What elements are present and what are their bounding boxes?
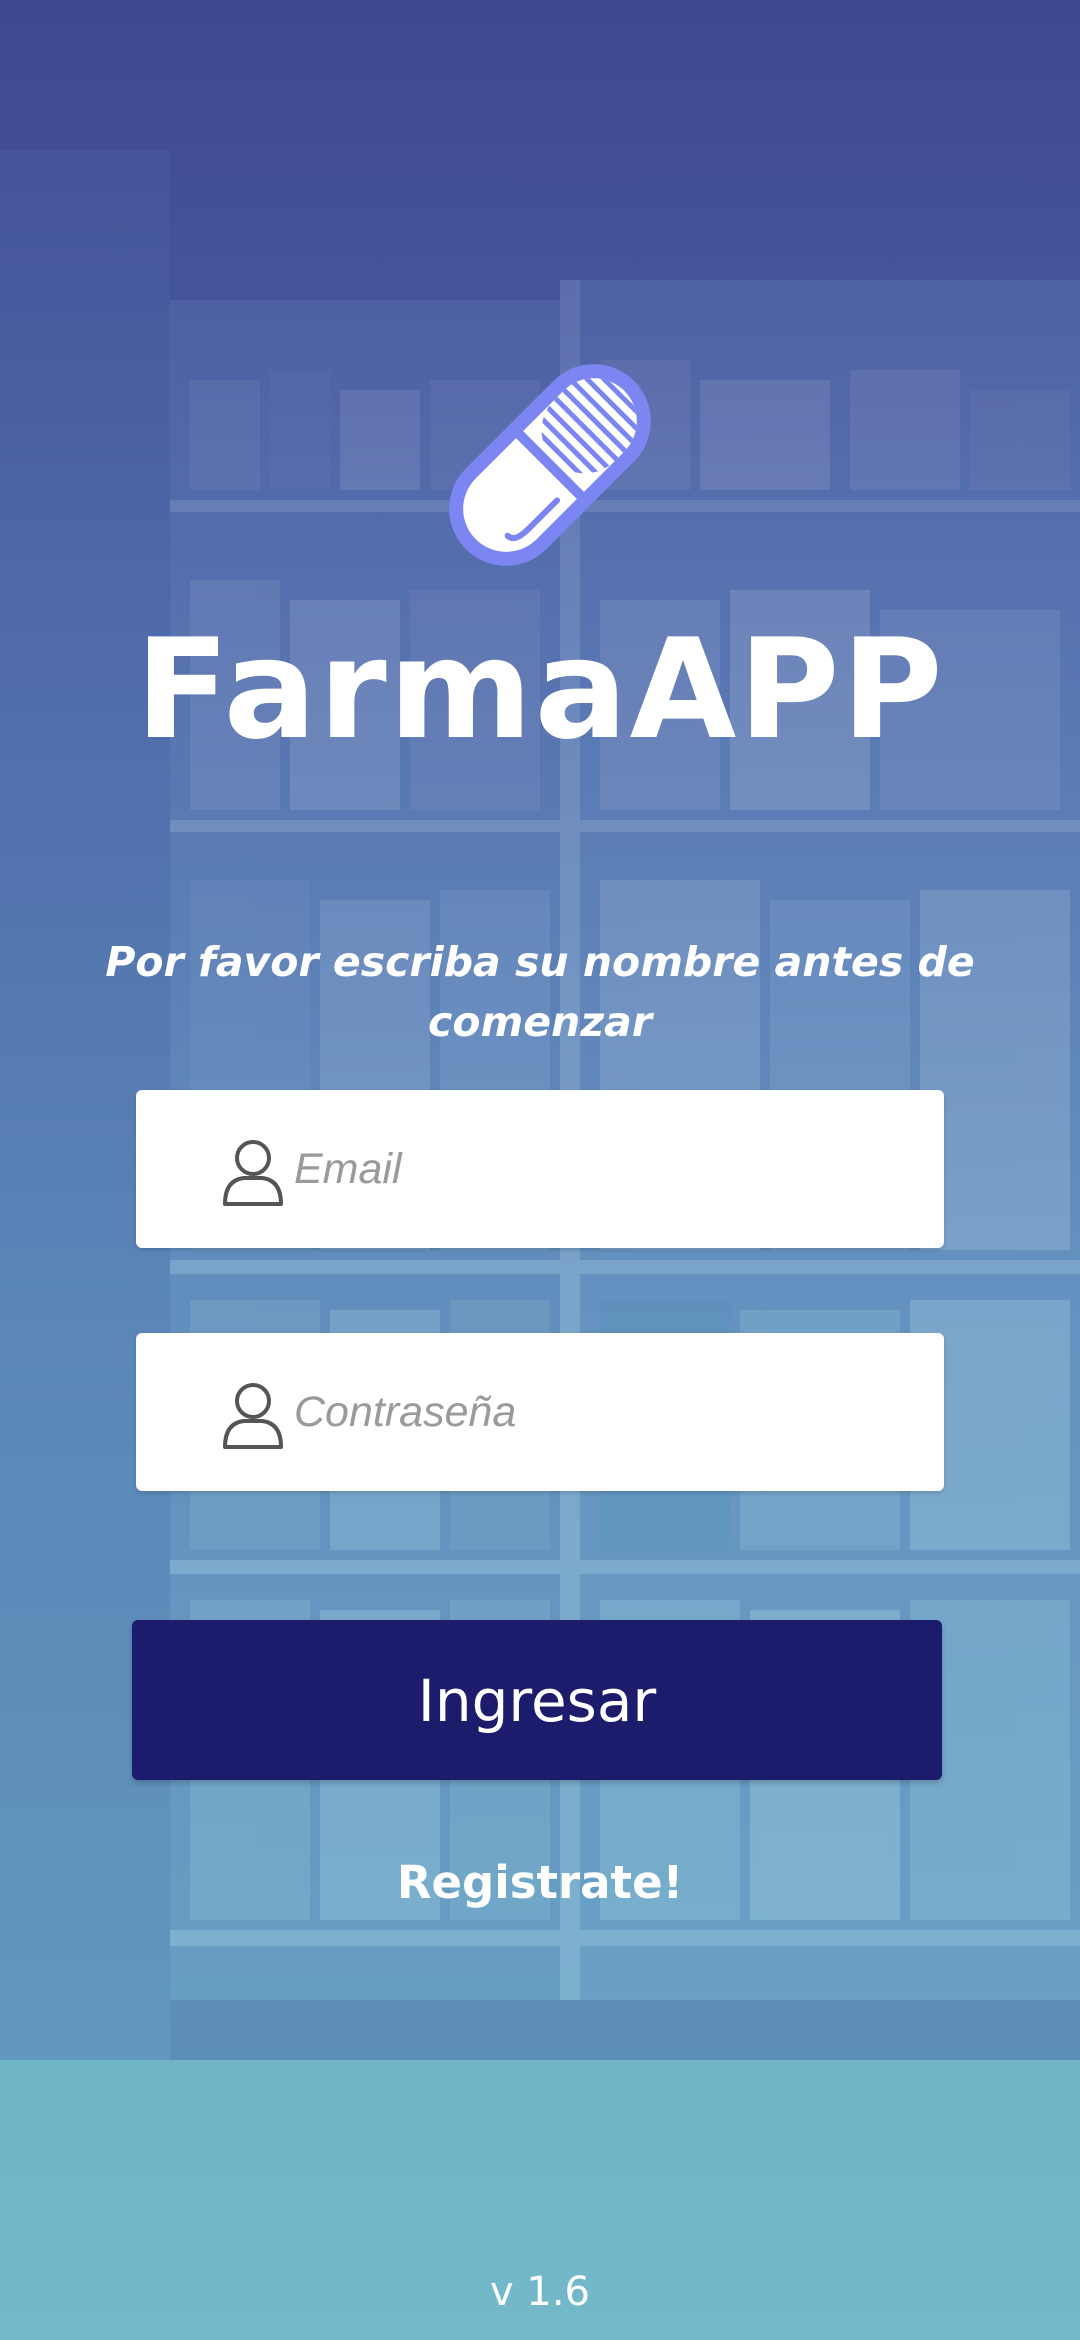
- password-input[interactable]: [294, 1333, 914, 1491]
- user-icon: [223, 1140, 283, 1206]
- user-icon: [223, 1383, 283, 1449]
- register-link[interactable]: Registrate!: [0, 1848, 1080, 1918]
- version-label: v 1.6: [490, 2269, 590, 2315]
- instruction-text: Por favor escriba su nombre antes de com…: [105, 938, 975, 1046]
- email-field[interactable]: [136, 1090, 944, 1248]
- login-button[interactable]: Ingresar: [132, 1620, 942, 1780]
- pill-capsule-icon: [449, 360, 655, 566]
- email-input[interactable]: [294, 1090, 914, 1248]
- app-title: FarmaAPP: [135, 609, 945, 770]
- login-screen: FarmaAPP Por favor escriba su nombre ant…: [0, 0, 1080, 2340]
- password-field[interactable]: [136, 1333, 944, 1491]
